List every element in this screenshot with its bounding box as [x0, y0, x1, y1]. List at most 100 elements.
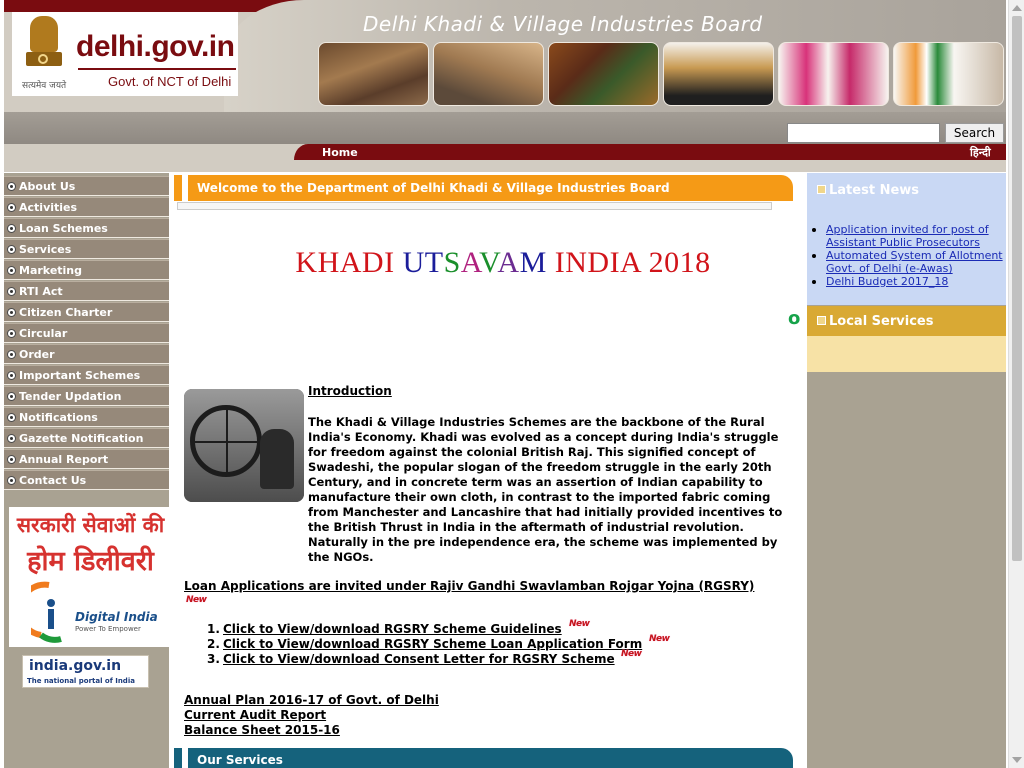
bullet-icon: [7, 413, 16, 422]
square-bullet-icon: [817, 316, 826, 325]
sidebar-item-label: Important Schemes: [19, 369, 141, 382]
sidebar-item-important-schemes[interactable]: Important Schemes: [4, 365, 169, 385]
header-photo-people: [893, 42, 1004, 106]
welcome-bar: Welcome to the Department of Delhi Khadi…: [174, 175, 793, 201]
welcome-text: Welcome to the Department of Delhi Khadi…: [197, 181, 670, 195]
bullet-icon: [7, 329, 16, 338]
khadi-title-part: M: [519, 246, 547, 279]
our-services-heading: Our Services: [197, 753, 283, 767]
header-photo-craft: [433, 42, 544, 106]
local-services-header: Local Services: [807, 306, 1006, 336]
bullet-icon: [7, 455, 16, 464]
news-item[interactable]: Application invited for post of Assistan…: [812, 223, 1004, 249]
khadi-title-part: INDIA 2018: [546, 246, 711, 279]
digital-india-tagline: Power To Empower: [75, 625, 141, 633]
latest-news-heading: Latest News: [829, 183, 920, 198]
header-photo-garments: [663, 42, 774, 106]
bullet-icon: [7, 308, 16, 317]
introduction-heading: Introduction: [308, 384, 392, 398]
india-gov-tagline: The national portal of India: [27, 677, 135, 685]
sidebar-item-circular[interactable]: Circular: [4, 323, 169, 343]
sidebar-item-label: Gazette Notification: [19, 432, 144, 445]
site-logo[interactable]: सत्यमेव जयते delhi.gov.in Govt. of NCT o…: [12, 12, 238, 96]
news-link[interactable]: Delhi Budget 2017_18: [826, 275, 948, 288]
sidebar-item-activities[interactable]: Activities: [4, 197, 169, 217]
india-gov-text: india.gov.in: [29, 658, 122, 674]
scroll-down-arrow-icon[interactable]: [1012, 757, 1022, 763]
list-number: 1.: [207, 622, 220, 636]
header-photo-weavers: [318, 42, 429, 106]
news-ticker: [177, 202, 772, 210]
national-emblem-icon: [26, 16, 62, 78]
scroll-up-arrow-icon[interactable]: [1012, 5, 1022, 11]
rgsry-consent-letter-link[interactable]: Click to View/download Consent Letter fo…: [223, 652, 615, 666]
home-delivery-line2: होम डिलीवरी: [27, 546, 154, 577]
vertical-scrollbar[interactable]: [1008, 0, 1024, 768]
header-nav-strip: [294, 144, 1006, 160]
sidebar-item-tender-updation[interactable]: Tender Updation: [4, 386, 169, 406]
khadi-title-part: U: [402, 246, 425, 279]
news-link[interactable]: Application invited for post of Assistan…: [826, 223, 989, 249]
header: सत्यमेव जयते delhi.gov.in Govt. of NCT o…: [4, 0, 1006, 172]
sidebar-item-rti-act[interactable]: RTI Act: [4, 281, 169, 301]
rgsry-application-form-link[interactable]: Click to View/download RGSRY Scheme Loan…: [223, 637, 642, 651]
news-link[interactable]: Automated System of Allotment Govt. of D…: [826, 249, 1003, 275]
khadi-title-part: V: [479, 246, 498, 279]
sidebar-item-annual-report[interactable]: Annual Report: [4, 449, 169, 469]
sidebar-item-services[interactable]: Services: [4, 239, 169, 259]
sidebar-item-loan-schemes[interactable]: Loan Schemes: [4, 218, 169, 238]
right-sidebar: Latest News Application invited for post…: [807, 173, 1006, 768]
bullet-icon: [7, 182, 16, 191]
news-item[interactable]: Delhi Budget 2017_18: [812, 275, 1004, 288]
page: सत्यमेव जयते delhi.gov.in Govt. of NCT o…: [0, 0, 1024, 768]
india-gov-banner[interactable]: india.gov.in The national portal of Indi…: [22, 655, 149, 688]
audit-report-link[interactable]: Current Audit Report: [184, 708, 326, 722]
sidebar-item-citizen-charter[interactable]: Citizen Charter: [4, 302, 169, 322]
sidebar-item-label: Activities: [19, 201, 78, 214]
home-link[interactable]: Home: [322, 146, 358, 159]
local-services-panel: [807, 336, 1006, 372]
scrolling-text-fragment: o: [788, 308, 801, 329]
bullet-icon: [7, 350, 16, 359]
rgsry-link[interactable]: Loan Applications are invited under Raji…: [184, 579, 754, 593]
hindi-language-link[interactable]: हिन्दी: [970, 145, 991, 160]
new-badge: New: [186, 595, 207, 605]
scrollbar-thumb[interactable]: [1012, 16, 1022, 561]
sidebar-item-contact-us[interactable]: Contact Us: [4, 470, 169, 490]
news-item[interactable]: Automated System of Allotment Govt. of D…: [812, 249, 1004, 275]
khadi-utsavam-title: KHADI UTSAVAM INDIA 2018: [170, 246, 836, 280]
new-badge: New: [569, 619, 590, 629]
sidebar-item-order[interactable]: Order: [4, 344, 169, 364]
introduction-text: The Khadi & Village Industries Schemes a…: [184, 415, 789, 565]
sidebar-item-label: Loan Schemes: [19, 222, 108, 235]
header-photo-products: [548, 42, 659, 106]
bullet-icon: [7, 266, 16, 275]
sidebar-item-about-us[interactable]: About Us: [4, 176, 169, 196]
our-services-bar: Our Services: [174, 748, 793, 768]
khadi-title-part: S: [443, 246, 461, 279]
annual-plan-link[interactable]: Annual Plan 2016-17 of Govt. of Delhi: [184, 693, 439, 707]
sidebar-item-label: Circular: [19, 327, 68, 340]
bullet-icon: [7, 392, 16, 401]
sidebar-item-marketing[interactable]: Marketing: [4, 260, 169, 280]
bullet-icon: [7, 476, 16, 485]
sidebar-item-notifications[interactable]: Notifications: [4, 407, 169, 427]
home-delivery-banner[interactable]: सरकारी सेवाओं की होम डिलीवरी Digital Ind…: [9, 507, 172, 647]
bullet-icon: [7, 224, 16, 233]
sidebar-item-label: RTI Act: [19, 285, 63, 298]
rgsry-guidelines-link[interactable]: Click to View/download RGSRY Scheme Guid…: [223, 622, 562, 636]
balance-sheet-link[interactable]: Balance Sheet 2015-16: [184, 723, 340, 737]
new-badge: New: [621, 649, 642, 659]
left-sidebar: About Us Activities Loan Schemes Service…: [4, 173, 172, 768]
main-content: Welcome to the Department of Delhi Khadi…: [170, 172, 806, 768]
bullet-icon: [7, 371, 16, 380]
news-list: Application invited for post of Assistan…: [812, 223, 1004, 288]
site-subtitle: Govt. of NCT of Delhi: [108, 74, 232, 89]
sidebar-item-label: Tender Updation: [19, 390, 122, 403]
sidebar-item-label: Contact Us: [19, 474, 87, 487]
sidebar-item-gazette-notification[interactable]: Gazette Notification: [4, 428, 169, 448]
search-button[interactable]: Search: [945, 123, 1004, 143]
khadi-title-part: A: [497, 246, 520, 279]
home-delivery-line1: सरकारी सेवाओं की: [16, 513, 165, 537]
search-input[interactable]: [787, 123, 940, 143]
